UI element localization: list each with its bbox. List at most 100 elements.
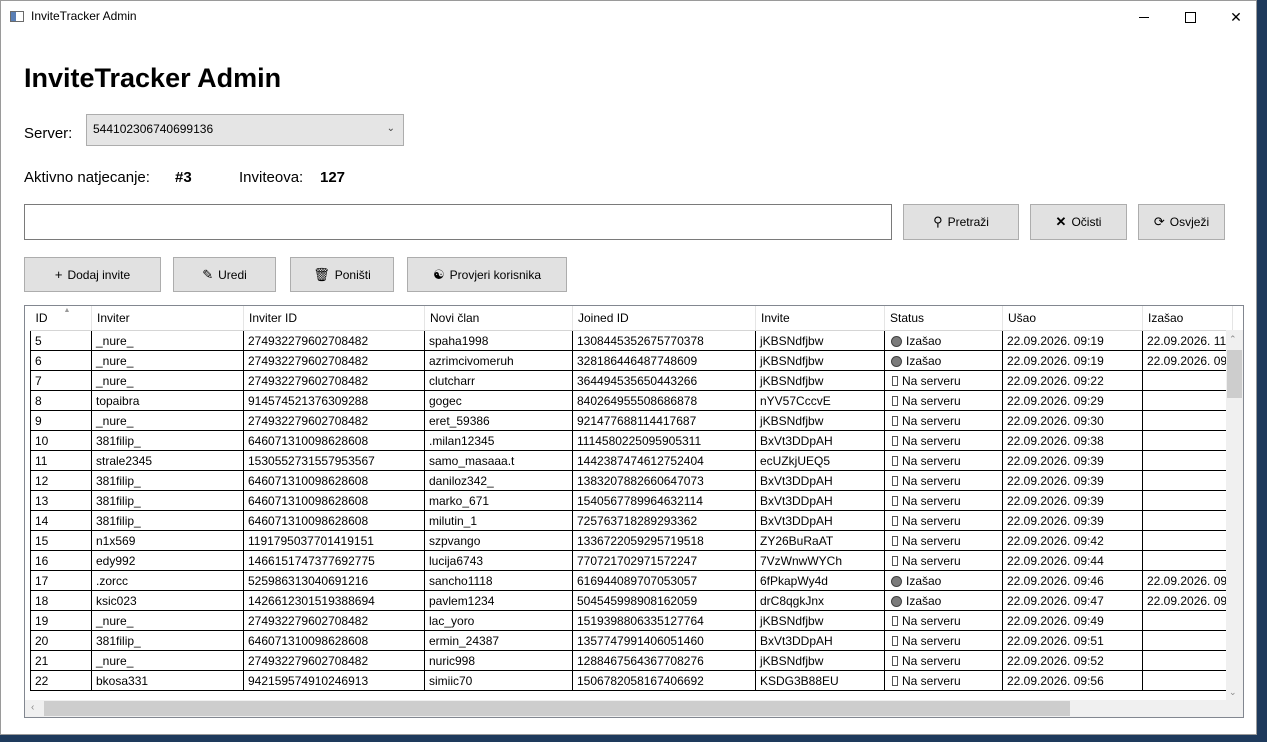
table-row[interactable]: 14 381filip_ 646071310098628608 milutin_1 72… <box>30 510 1233 531</box>
minimize-button[interactable] <box>1121 1 1167 33</box>
column-header[interactable]: Inviter ID <box>243 306 425 331</box>
table-cell: 1308445352675770378 <box>572 330 756 351</box>
table-cell: 274932279602708482 <box>243 370 425 391</box>
table-cell: 22.09.2026. 09:19 <box>1002 350 1143 371</box>
add-invite-button[interactable]: + Dodaj invite <box>24 257 161 292</box>
column-header-label: Inviter ID <box>249 311 298 325</box>
edit-button[interactable]: ✎ Uredi <box>173 257 276 292</box>
table-row[interactable]: 16 edy992 1466151747377692775 lucija6743 770… <box>30 550 1233 571</box>
title-bar[interactable]: InviteTracker Admin ✕ <box>1 1 1256 33</box>
table-row[interactable]: 15 n1x569 1191795037701419151 szpvango 13367… <box>30 530 1233 551</box>
status-text: Na serveru <box>902 493 961 508</box>
table-row[interactable]: 18 ksic023 1426612301519388694 pavlem1234 50… <box>30 590 1233 611</box>
status-text: Na serveru <box>902 393 961 408</box>
column-header[interactable]: Joined ID <box>572 306 756 331</box>
table-cell: 19 <box>30 610 92 631</box>
table-cell: 22.09.2026. 09:49 <box>1002 610 1143 631</box>
search-button-label: Pretraži <box>947 215 989 229</box>
table-cell: 12 <box>30 470 92 491</box>
close-button[interactable]: ✕ <box>1213 1 1256 33</box>
column-header[interactable]: Izašao <box>1142 306 1233 331</box>
check-user-button[interactable]: ☯ Provjeri korisnika <box>407 257 567 292</box>
search-input[interactable] <box>24 204 892 240</box>
table-cell: 921477688114417687 <box>572 410 756 431</box>
cancel-invite-button[interactable]: 🗑 Poništi <box>290 257 394 292</box>
table-row[interactable]: 10 381filip_ 646071310098628608 .milan12345… <box>30 430 1233 451</box>
table-cell: pavlem1234 <box>424 590 573 611</box>
table-row[interactable]: 7 _nure_ 274932279602708482 clutcharr 364494… <box>30 370 1233 391</box>
table-cell: BxVt3DDpAH <box>755 630 885 651</box>
table-row[interactable]: 20 381filip_ 646071310098628608 ermin_24387… <box>30 630 1233 651</box>
table-cell: szpvango <box>424 530 573 551</box>
user-search-icon: ☯ <box>432 266 445 282</box>
table-row[interactable]: 6 _nure_ 274932279602708482 azrimcivomeruh 3… <box>30 350 1233 371</box>
table-cell: jKBSNdfjbw <box>755 330 885 351</box>
horizontal-scroll-thumb[interactable] <box>44 701 1070 716</box>
table-cell: 22.09.2026. 09 <box>1142 590 1233 611</box>
status-text: Izašao <box>906 333 942 348</box>
table-cell: samo_masaaa.t <box>424 450 573 471</box>
horizontal-scrollbar[interactable]: ‹ <box>25 700 1227 717</box>
maximize-button[interactable] <box>1167 1 1213 33</box>
scroll-up-icon[interactable]: ⌃ <box>1229 334 1237 345</box>
table-body: 5 _nure_ 274932279602708482 spaha1998 130844… <box>30 330 1233 691</box>
column-header[interactable]: Invite <box>755 306 885 331</box>
table-row[interactable]: 13 381filip_ 646071310098628608 marko_671 15… <box>30 490 1233 511</box>
table-cell: jKBSNdfjbw <box>755 350 885 371</box>
column-header[interactable]: Status <box>884 306 1003 331</box>
table-cell: ecUZkjUEQ5 <box>755 450 885 471</box>
table-cell: 22.09.2026. 09:51 <box>1002 630 1143 651</box>
server-select[interactable]: 544102306740699136 ⌄ <box>86 114 404 146</box>
refresh-button-label: Osvježi <box>1169 215 1210 229</box>
status-text: Na serveru <box>902 413 961 428</box>
invites-grid[interactable]: ID ▲ Inviter Inviter ID Novi član Joined ID In… <box>24 305 1244 718</box>
scroll-left-icon[interactable]: ‹ <box>31 702 34 713</box>
table-cell: 21 <box>30 650 92 671</box>
table-row[interactable]: 12 381filip_ 646071310098628608 daniloz342_… <box>30 470 1233 491</box>
table-row[interactable]: 5 _nure_ 274932279602708482 spaha1998 130844… <box>30 330 1233 351</box>
table-cell: Na serveru <box>884 410 1003 431</box>
table-cell: ZY26BuRaAT <box>755 530 885 551</box>
table-cell <box>1142 610 1233 631</box>
search-button[interactable]: ⚲ Pretraži <box>903 204 1019 240</box>
table-row[interactable]: 22 bkosa331 942159574910246913 simiic70 1506… <box>30 670 1233 691</box>
table-row[interactable]: 9 _nure_ 274932279602708482 eret_59386 92147… <box>30 410 1233 431</box>
column-header-label: Novi član <box>430 311 480 325</box>
table-cell: 22.09.2026. 09:39 <box>1002 450 1143 471</box>
column-header[interactable]: ID ▲ <box>30 306 92 331</box>
table-row[interactable]: 11 strale2345 1530552731557953567 samo_masa… <box>30 450 1233 471</box>
column-header[interactable]: Novi član <box>424 306 573 331</box>
column-header[interactable]: Ušao <box>1002 306 1143 331</box>
invites-value: 127 <box>320 169 346 186</box>
scroll-down-icon[interactable]: ⌄ <box>1229 687 1237 698</box>
table-cell: Na serveru <box>884 370 1003 391</box>
table-row[interactable]: 21 _nure_ 274932279602708482 nuric998 128846… <box>30 650 1233 671</box>
vertical-scroll-thumb[interactable] <box>1227 350 1242 398</box>
refresh-button[interactable]: ⟳ Osvježi <box>1138 204 1225 240</box>
status-present-icon <box>892 675 898 686</box>
status-present-icon <box>892 375 898 386</box>
table-cell: 17 <box>30 570 92 591</box>
table-cell: nYV57CccvE <box>755 390 885 411</box>
status-present-icon <box>892 395 898 406</box>
table-cell: 274932279602708482 <box>243 350 425 371</box>
table-cell: 22.09.2026. 09:19 <box>1002 330 1143 351</box>
vertical-scrollbar[interactable]: ⌃ ⌄ <box>1226 330 1243 700</box>
table-cell: _nure_ <box>91 330 244 351</box>
table-row[interactable]: 19 _nure_ 274932279602708482 lac_yoro 151939… <box>30 610 1233 631</box>
column-header[interactable]: Inviter <box>91 306 244 331</box>
table-cell: 381filip_ <box>91 470 244 491</box>
status-text: Na serveru <box>902 513 961 528</box>
competition-value: #3 <box>175 169 192 186</box>
table-cell: marko_671 <box>424 490 573 511</box>
table-cell: jKBSNdfjbw <box>755 370 885 391</box>
add-invite-label: Dodaj invite <box>67 267 131 282</box>
table-cell: 22.09.2026. 09:38 <box>1002 430 1143 451</box>
table-cell: Na serveru <box>884 550 1003 571</box>
table-row[interactable]: 17 .zorcc 525986313040691216 sancho1118 6169… <box>30 570 1233 591</box>
status-text: Na serveru <box>902 533 961 548</box>
clear-button[interactable]: ✕ Očisti <box>1030 204 1127 240</box>
status-left-icon <box>891 595 902 607</box>
table-row[interactable]: 8 topaibra 914574521376309288 gogec 84026495… <box>30 390 1233 411</box>
status-left-icon <box>891 355 902 367</box>
